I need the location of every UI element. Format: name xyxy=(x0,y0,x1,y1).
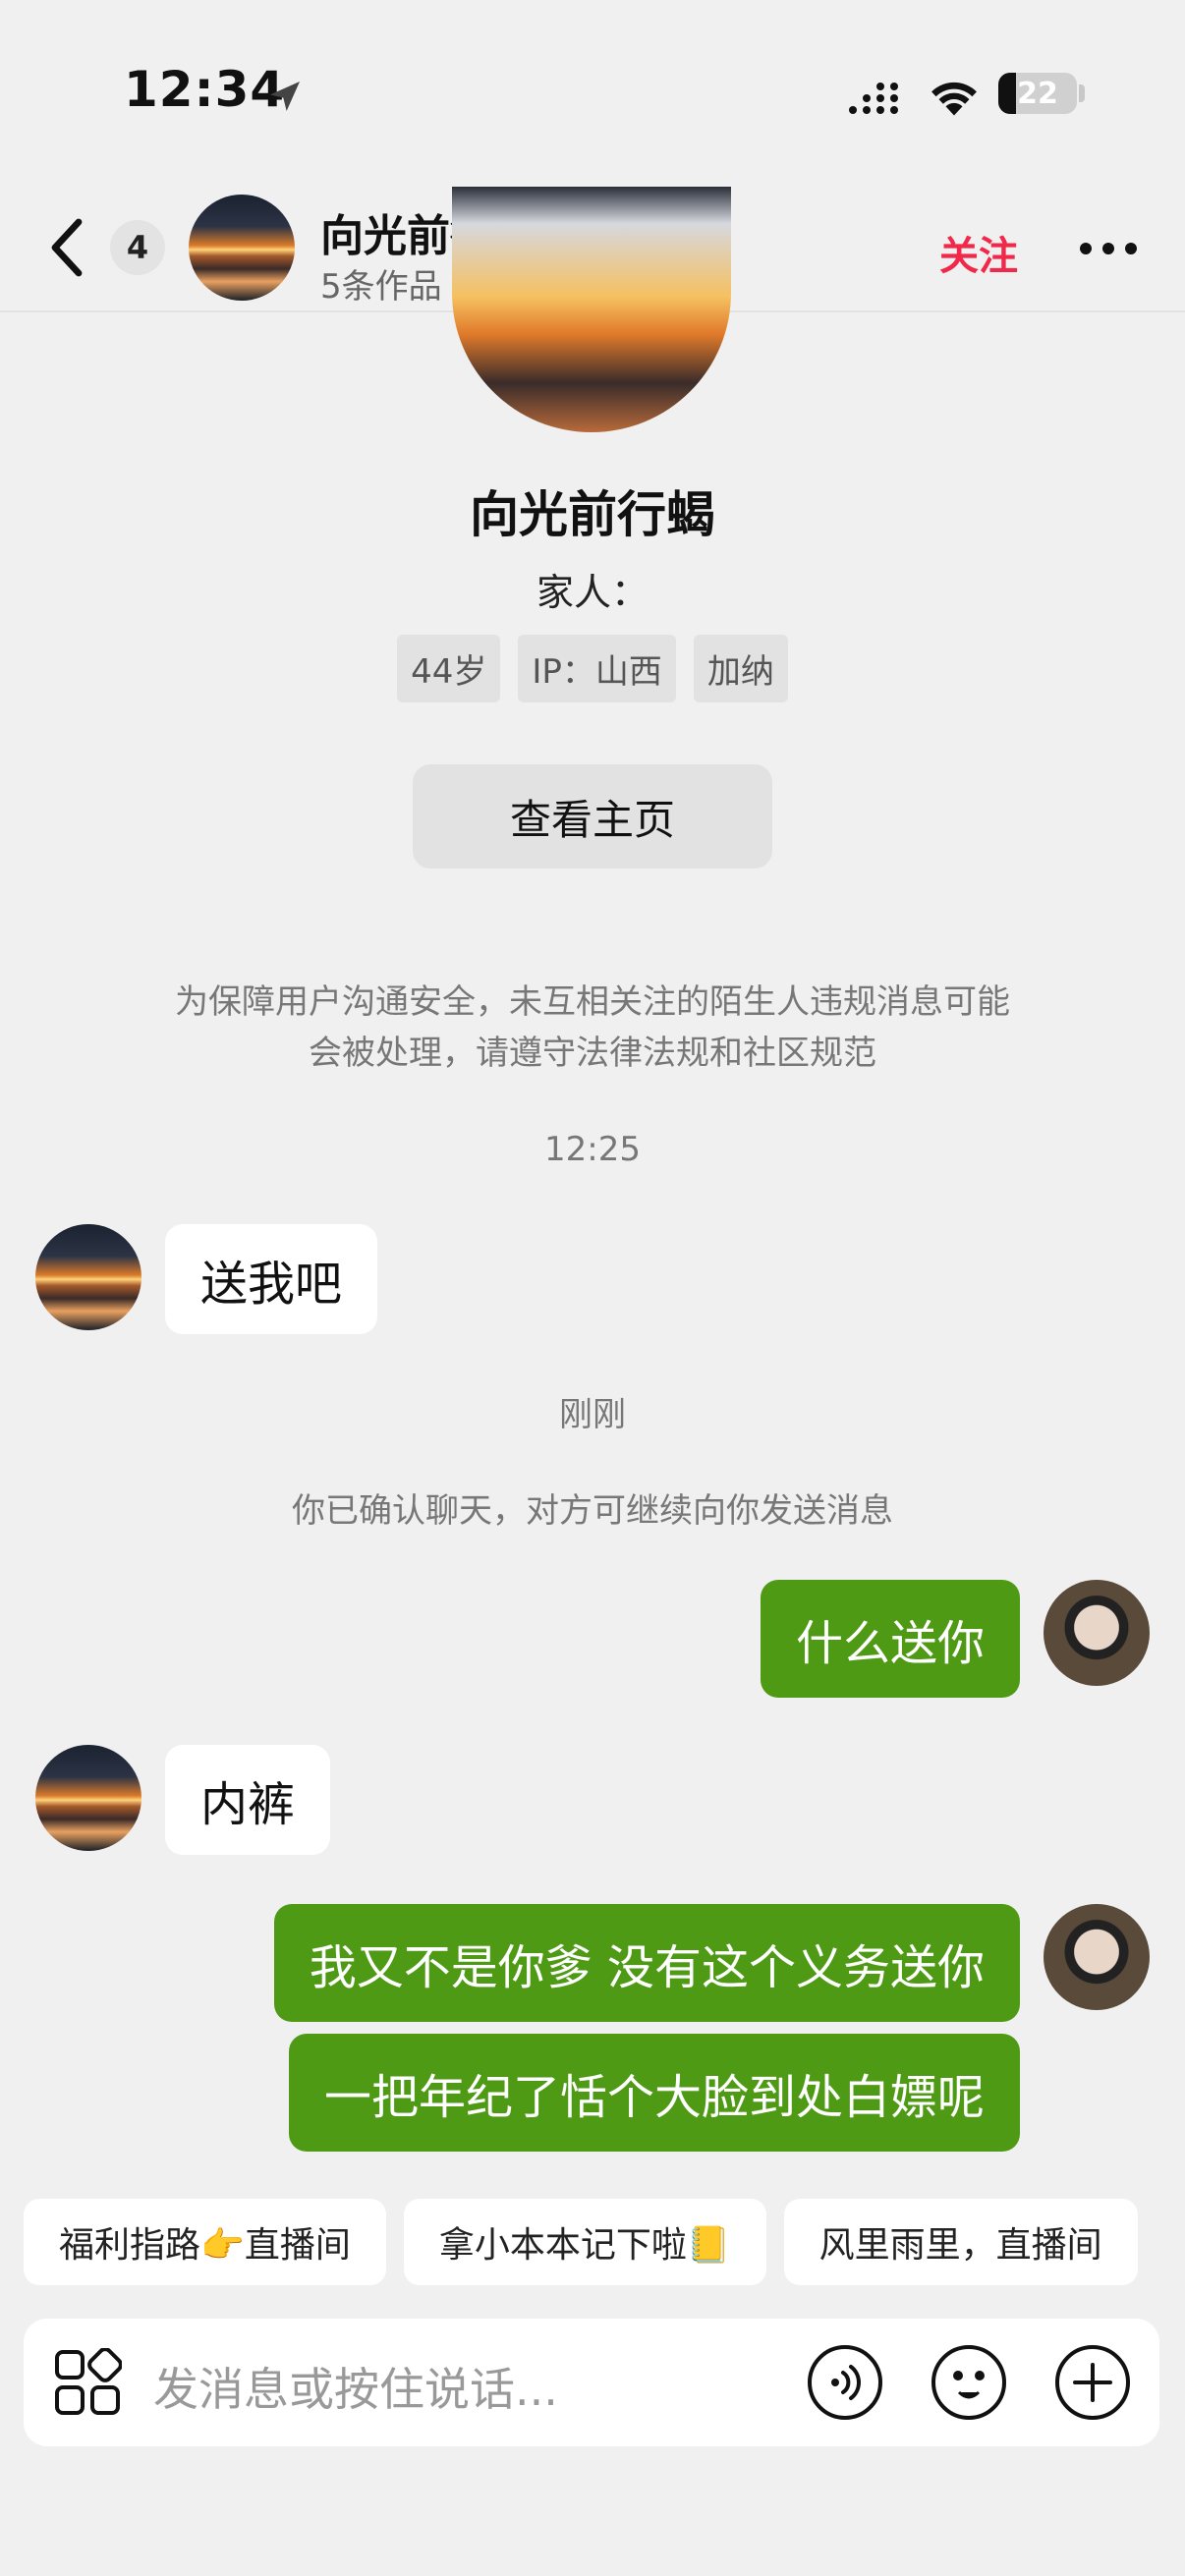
battery-indicator: 22 xyxy=(998,73,1077,114)
outgoing-message-bubble[interactable]: 一把年纪了恬个大脸到处白嫖呢 xyxy=(288,2034,1020,2152)
sender-avatar[interactable] xyxy=(35,1224,141,1330)
outgoing-message-bubble[interactable]: 什么送你 xyxy=(760,1580,1020,1698)
quick-reply-chip[interactable]: 风里雨里，直播间 xyxy=(783,2199,1138,2285)
profile-tag-location: 加纳 xyxy=(693,635,788,702)
follow-button[interactable]: 关注 xyxy=(939,224,1018,281)
contact-works-count: 5条作品 xyxy=(320,267,442,307)
cellular-signal-icon xyxy=(849,83,898,114)
outgoing-message-bubble[interactable]: 我又不是你爹 没有这个义务送你 xyxy=(273,1904,1020,2022)
status-time: 12:34 xyxy=(124,61,286,118)
wifi-icon xyxy=(931,82,977,116)
incoming-message-bubble[interactable]: 内裤 xyxy=(165,1745,331,1855)
view-homepage-button[interactable]: 查看主页 xyxy=(413,764,772,868)
my-avatar[interactable] xyxy=(1044,1904,1150,2010)
profile-tag-ip: IP：山西 xyxy=(518,635,676,702)
back-chevron-icon[interactable] xyxy=(39,216,94,279)
battery-level: 22 xyxy=(1017,76,1058,111)
safety-notice: 为保障用户沟通安全，未互相关注的陌生人违规消息可能 会被处理，请遵守法律法规和社… xyxy=(118,977,1067,1079)
safety-notice-line-2: 会被处理，请遵守法律法规和社区规范 xyxy=(309,1034,876,1073)
battery-tip xyxy=(1079,84,1085,102)
sender-avatar[interactable] xyxy=(35,1745,141,1851)
profile-tag-age: 44岁 xyxy=(397,635,501,702)
apps-grid-icon[interactable] xyxy=(53,2348,122,2417)
profile-avatar[interactable] xyxy=(452,187,731,432)
location-arrow-icon xyxy=(270,82,300,111)
quick-reply-chip[interactable]: 拿小本本记下啦📒 xyxy=(403,2199,766,2285)
profile-tags: 44岁 IP：山西 加纳 xyxy=(0,635,1185,702)
profile-bio: 家人： xyxy=(536,571,649,614)
incoming-message-bubble[interactable]: 送我吧 xyxy=(165,1224,378,1334)
message-timestamp: 12:25 xyxy=(544,1130,641,1169)
unread-count-badge: 4 xyxy=(110,220,165,275)
quick-replies: 福利指路👉直播间 拿小本本记下啦📒 风里雨里，直播间 xyxy=(24,2199,1138,2285)
safety-notice-line-1: 为保障用户沟通安全，未互相关注的陌生人违规消息可能 xyxy=(175,982,1010,1022)
voice-icon[interactable] xyxy=(806,2343,884,2422)
contact-avatar[interactable] xyxy=(189,195,295,301)
profile-name: 向光前行蝎 xyxy=(470,486,715,543)
message-input[interactable]: 发消息或按住说话... xyxy=(153,2354,558,2419)
plus-icon[interactable] xyxy=(1053,2343,1132,2422)
message-timestamp: 刚刚 xyxy=(559,1395,626,1434)
system-note: 你已确认聊天，对方可继续向你发送消息 xyxy=(292,1491,893,1531)
quick-reply-chip[interactable]: 福利指路👉直播间 xyxy=(24,2199,386,2285)
emoji-icon[interactable] xyxy=(930,2343,1008,2422)
more-options-icon[interactable] xyxy=(1079,242,1138,255)
my-avatar[interactable] xyxy=(1044,1580,1150,1686)
